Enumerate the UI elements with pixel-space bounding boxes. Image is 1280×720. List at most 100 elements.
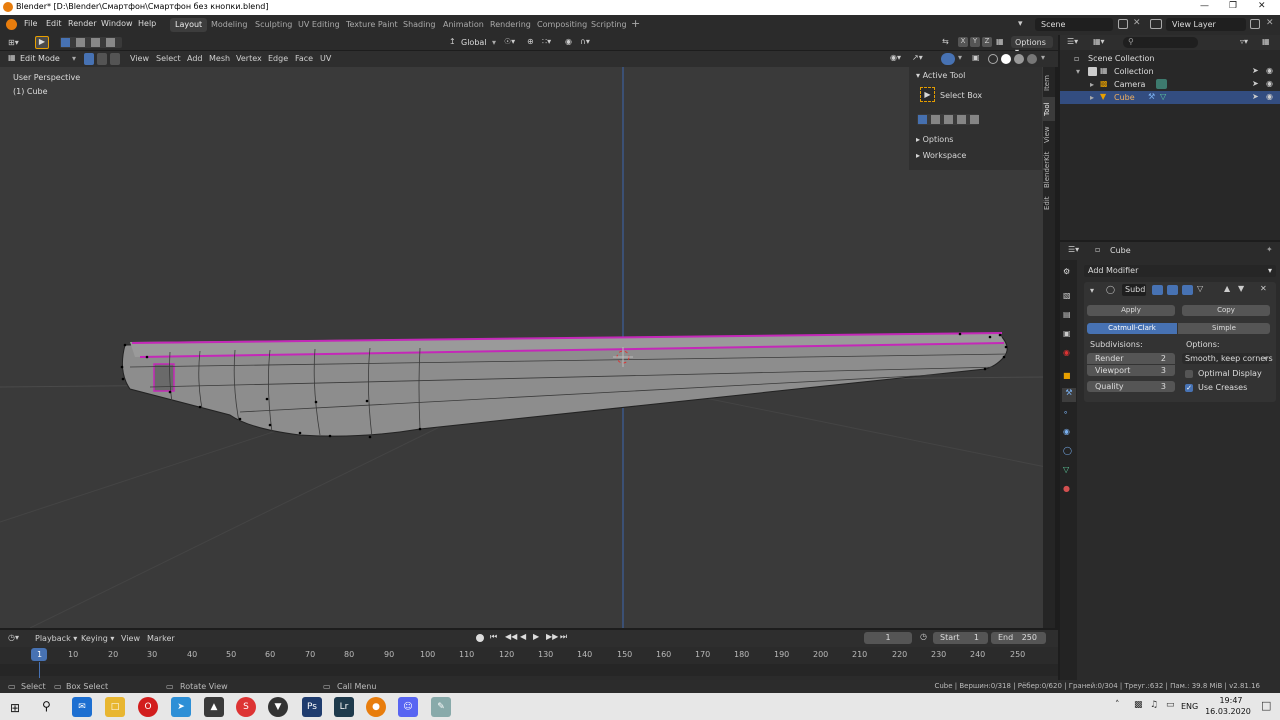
tab-layout[interactable]: Layout: [170, 18, 208, 32]
keying-menu[interactable]: Keying ▾: [81, 634, 114, 643]
select-tool-icon[interactable]: ▶: [35, 36, 49, 49]
outliner-row-collection[interactable]: ▾ ▦ Collection ➤ ◉: [1060, 65, 1280, 78]
tool-settings-tab-icon[interactable]: ⚙: [1063, 267, 1070, 276]
timeline-editor-type-icon[interactable]: ◷▾: [8, 633, 19, 642]
visibility-eye-icon[interactable]: ◉: [1266, 79, 1273, 88]
mesh-data-icon[interactable]: ▽: [1160, 92, 1166, 101]
windows-start-icon[interactable]: ⊞: [10, 701, 20, 715]
viewport-levels-field[interactable]: Viewport 3: [1087, 365, 1175, 376]
volume-icon[interactable]: ♫: [1150, 700, 1158, 710]
overlays-dropdown-icon[interactable]: ▾: [958, 53, 962, 62]
timeline-view-menu[interactable]: View: [121, 634, 140, 643]
realtime-toggle-icon[interactable]: [1167, 285, 1178, 295]
frame-ruler[interactable]: 1 10 20 30 40 50 60 70 80 90 100 110 120…: [0, 648, 1058, 662]
discord-icon[interactable]: ☺: [398, 697, 418, 717]
pin-icon[interactable]: ✦: [1266, 245, 1273, 254]
properties-editor-type-icon[interactable]: ☰▾: [1068, 245, 1079, 254]
vertex-select-icon[interactable]: [84, 53, 94, 65]
view-layer-selector[interactable]: View Layer: [1166, 18, 1246, 31]
preview-range-icon[interactable]: ◷: [920, 632, 927, 641]
add-modifier-dropdown[interactable]: Add Modifier ▾: [1084, 265, 1276, 277]
search-icon[interactable]: ⚲: [42, 699, 51, 713]
menu-edge[interactable]: Edge: [268, 54, 288, 63]
filter-icon[interactable]: ▿▾: [1240, 37, 1248, 46]
optimal-display-checkbox[interactable]: [1185, 370, 1193, 378]
display-mode-icon[interactable]: ▦▾: [1093, 37, 1105, 46]
app-red-icon[interactable]: S: [236, 697, 256, 717]
outliner-row-cube[interactable]: ▸ ▼ Cube ⚒ ▽ ➤ ◉: [1060, 91, 1280, 104]
telegram-app-icon[interactable]: ➤: [171, 697, 191, 717]
proportional-edit-icon[interactable]: ◉: [565, 37, 572, 46]
menu-edit[interactable]: Edit: [46, 19, 62, 28]
tool-mode-new-icon[interactable]: [918, 115, 927, 124]
shading-dropdown-icon[interactable]: ▾: [1041, 53, 1045, 62]
tab-scripting[interactable]: Scripting: [586, 18, 632, 32]
mirror-icon[interactable]: ⇆: [942, 37, 949, 46]
end-frame-field[interactable]: End 250: [991, 632, 1046, 644]
play-icon[interactable]: ▶: [533, 632, 539, 641]
selectable-icon[interactable]: ➤: [1252, 66, 1259, 75]
output-tab-icon[interactable]: ▤: [1063, 310, 1071, 319]
physics-tab-icon[interactable]: ◉: [1063, 427, 1070, 436]
tab-animation[interactable]: Animation: [438, 18, 489, 32]
jump-start-icon[interactable]: ⏮: [490, 632, 497, 642]
menu-view[interactable]: View: [130, 54, 149, 63]
tab-texture-paint[interactable]: Texture Paint: [341, 18, 403, 32]
menu-add[interactable]: Add: [187, 54, 203, 63]
viewport-canvas[interactable]: [0, 67, 1046, 628]
options-panel-header[interactable]: ▸ Options: [916, 135, 953, 144]
photoshop-icon[interactable]: Ps: [302, 697, 322, 717]
lightroom-icon[interactable]: Lr: [334, 697, 354, 717]
modifier-name-field[interactable]: Subd: [1122, 284, 1146, 296]
quality-field[interactable]: Quality 3: [1087, 381, 1175, 392]
snap-target-icon[interactable]: ∷▾: [542, 37, 551, 46]
tab-uv-editing[interactable]: UV Editing: [293, 18, 345, 32]
xray-icon[interactable]: ▣: [972, 53, 980, 62]
app-pencil-icon[interactable]: ✎: [431, 697, 451, 717]
edge-select-icon[interactable]: [97, 53, 107, 65]
start-frame-field[interactable]: Start 1: [933, 632, 988, 644]
outliner-root[interactable]: Scene Collection: [1088, 54, 1155, 63]
selection-mode-group[interactable]: [60, 37, 122, 48]
gizmo-icon[interactable]: ↗▾: [912, 53, 923, 62]
editor-type-icon[interactable]: ⊞▾: [8, 38, 19, 47]
material-tab-icon[interactable]: ●: [1063, 484, 1070, 493]
render-levels-field[interactable]: Render 2: [1087, 353, 1175, 364]
selectable-icon[interactable]: ➤: [1252, 79, 1259, 88]
solid-shading-icon[interactable]: [1001, 54, 1011, 64]
use-creases-checkbox[interactable]: ✓: [1185, 384, 1193, 392]
marker-menu[interactable]: Marker: [147, 634, 175, 643]
new-view-layer-icon[interactable]: [1250, 19, 1260, 29]
selectable-icon[interactable]: ➤: [1252, 92, 1259, 101]
move-down-icon[interactable]: ▼: [1238, 284, 1244, 293]
tab-edit[interactable]: Edit: [1043, 193, 1055, 213]
menu-render[interactable]: Render: [68, 19, 96, 28]
mirror-y-toggle[interactable]: Y: [970, 37, 980, 47]
play-reverse-icon[interactable]: ◀: [520, 632, 526, 641]
tool-mode-group[interactable]: [917, 114, 979, 125]
view-layer-icon[interactable]: [1150, 19, 1162, 29]
tab-tool[interactable]: Tool: [1043, 97, 1055, 121]
add-workspace-icon[interactable]: +: [631, 17, 640, 30]
modifier-tab-icon[interactable]: ⚒: [1062, 388, 1076, 402]
delete-view-layer-icon[interactable]: ✕: [1266, 18, 1274, 28]
jump-end-icon[interactable]: ⏭: [560, 632, 567, 642]
close-icon[interactable]: ✕: [1258, 1, 1266, 11]
material-shading-icon[interactable]: [1014, 54, 1024, 64]
tab-view[interactable]: View: [1043, 123, 1055, 147]
tool-mode-subtract-icon[interactable]: [944, 115, 953, 124]
mode-selector[interactable]: Edit Mode: [20, 54, 60, 63]
language-indicator[interactable]: ENG: [1181, 702, 1198, 711]
workspace-panel-header[interactable]: ▸ Workspace: [916, 151, 966, 160]
wireframe-shading-icon[interactable]: [988, 54, 998, 64]
tray-expand-icon[interactable]: ˄: [1115, 700, 1120, 710]
record-icon[interactable]: [476, 634, 484, 642]
render-toggle-icon[interactable]: [1182, 285, 1193, 295]
menu-file[interactable]: File: [24, 19, 37, 28]
tool-mode-invert-icon[interactable]: [957, 115, 966, 124]
file-explorer-icon[interactable]: □: [105, 697, 125, 717]
copy-button[interactable]: Copy: [1182, 305, 1270, 316]
uv-smooth-dropdown[interactable]: Smooth, keep corners ▾: [1182, 353, 1273, 364]
mode-dropdown-icon[interactable]: ▾: [72, 54, 76, 63]
tab-shading[interactable]: Shading: [398, 18, 441, 32]
